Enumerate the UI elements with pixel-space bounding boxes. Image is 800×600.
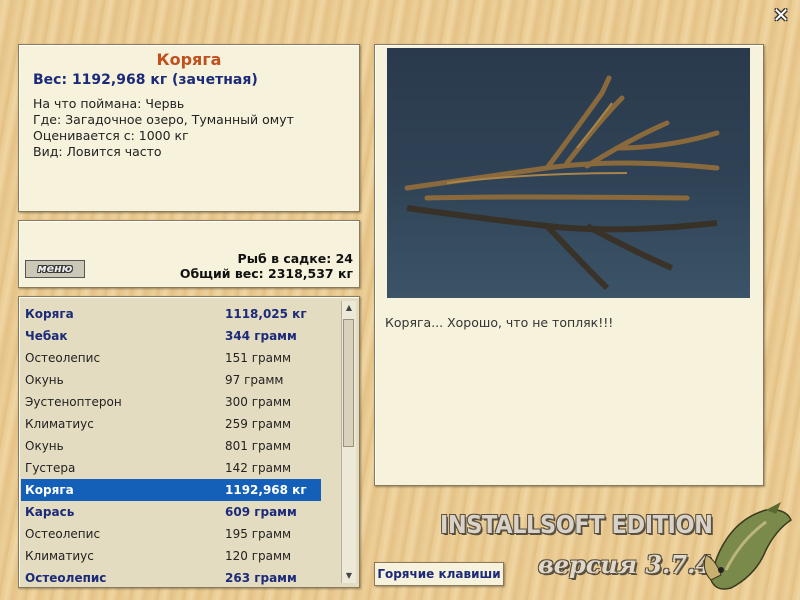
catch-photo <box>387 48 750 298</box>
hotkeys-button[interactable]: Горячие клавиши <box>374 562 504 586</box>
catch-row[interactable]: Коряга 1118,025 кг <box>21 303 321 325</box>
catch-weight: 801 грамм <box>225 439 292 453</box>
fish-details: На что поймана: Червь Где: Загадочное оз… <box>33 96 294 160</box>
catch-weight: 195 грамм <box>225 527 292 541</box>
fish-weight: Вес: 1192,968 кг (зачетная) <box>33 72 258 88</box>
catch-rows: Коряга 1118,025 кг Чебак 344 грамм Остеолепи… <box>21 303 321 587</box>
version-label: версия 3.7.4 <box>538 550 713 579</box>
keepnet-panel: меню Рыб в садке: 24 Общий вес: 2318,537… <box>18 220 360 288</box>
catch-weight: 97 грамм <box>225 373 284 387</box>
catch-list: Коряга 1118,025 кг Чебак 344 грамм Остеолепи… <box>18 296 360 588</box>
catch-row[interactable]: Густера 142 грамм <box>21 457 321 479</box>
catch-row[interactable]: Окунь 97 грамм <box>21 369 321 391</box>
catch-weight: 142 грамм <box>225 461 292 475</box>
catch-row[interactable]: Климатиус 259 грамм <box>21 413 321 435</box>
catch-weight: 259 грамм <box>225 417 292 431</box>
total-weight: Общий вес: 2318,537 кг <box>179 266 353 281</box>
fish-name: Коряга <box>156 50 222 69</box>
scroll-thumb[interactable] <box>343 319 354 447</box>
catch-row[interactable]: Карась 609 грамм <box>21 501 321 523</box>
catch-row[interactable]: Окунь 801 грамм <box>21 435 321 457</box>
edition-label: INSTALLSOFT EDITION <box>440 510 713 539</box>
scroll-down-icon[interactable]: ▼ <box>342 569 356 583</box>
catch-weight: 1192,968 кг <box>225 483 307 497</box>
scroll-up-icon[interactable]: ▲ <box>342 301 356 315</box>
scrollbar[interactable]: ▲ ▼ <box>341 301 356 583</box>
catch-name: Эустеноптерон <box>25 395 122 409</box>
catch-weight: 609 грамм <box>225 505 297 519</box>
catch-name: Остеолепис <box>25 351 101 365</box>
catch-name: Остеолепис <box>25 527 101 541</box>
catch-weight: 151 грамм <box>225 351 292 365</box>
pike-logo-icon <box>696 500 796 595</box>
catch-row[interactable]: Климатиус 120 грамм <box>21 545 321 567</box>
catch-name: Чебак <box>25 329 68 343</box>
driftwood-image <box>387 48 750 298</box>
catch-row[interactable]: Остеолепис 263 грамм <box>21 567 321 587</box>
catch-weight: 120 грамм <box>225 549 292 563</box>
catch-name: Коряга <box>25 483 74 497</box>
close-icon[interactable]: ✕ <box>770 4 792 26</box>
catch-row[interactable]: Остеолепис 195 грамм <box>21 523 321 545</box>
catch-row[interactable]: Остеолепис 151 грамм <box>21 347 321 369</box>
photo-panel: Коряга... Хорошо, что не топляк!!! <box>374 44 764 486</box>
catch-weight: 263 грамм <box>225 571 297 585</box>
catch-weight: 1118,025 кг <box>225 307 307 321</box>
catch-weight: 300 грамм <box>225 395 292 409</box>
catch-name: Остеолепис <box>25 571 107 585</box>
menu-button[interactable]: меню <box>25 260 85 278</box>
fish-place: Где: Загадочное озеро, Туманный омут <box>33 112 294 127</box>
fish-kind: Вид: Ловится часто <box>33 144 162 159</box>
catch-name: Густера <box>25 461 76 475</box>
catch-row[interactable]: Эустеноптерон 300 грамм <box>21 391 321 413</box>
fish-value: Оценивается с: 1000 кг <box>33 128 189 143</box>
catch-weight: 344 грамм <box>225 329 297 343</box>
catch-name: Климатиус <box>25 417 94 431</box>
fish-count: Рыб в садке: 24 <box>237 251 353 266</box>
catch-row[interactable]: Коряга 1192,968 кг <box>21 479 321 501</box>
catch-name: Карась <box>25 505 75 519</box>
catch-name: Климатиус <box>25 549 94 563</box>
catch-name: Окунь <box>25 439 64 453</box>
catch-row[interactable]: Чебак 344 грамм <box>21 325 321 347</box>
fish-bait: На что поймана: Червь <box>33 96 185 111</box>
catch-name: Коряга <box>25 307 74 321</box>
keepnet-stats: Рыб в садке: 24 Общий вес: 2318,537 кг <box>180 251 353 281</box>
fish-info-panel: Коряга Вес: 1192,968 кг (зачетная) На чт… <box>18 44 360 212</box>
catch-name: Окунь <box>25 373 64 387</box>
photo-caption: Коряга... Хорошо, что не топляк!!! <box>385 315 614 330</box>
